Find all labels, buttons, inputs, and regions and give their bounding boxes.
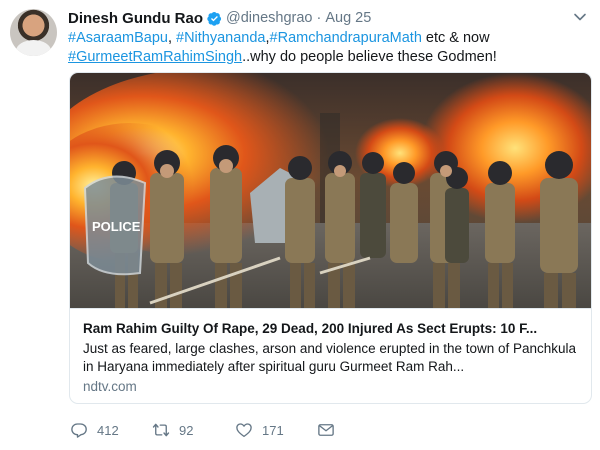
reply-icon bbox=[71, 423, 87, 438]
hashtag-link[interactable]: #GurmeetRamRahimSingh bbox=[68, 49, 242, 65]
author-name[interactable]: Dinesh Gundu Rao bbox=[68, 10, 203, 27]
retweet-count: 92 bbox=[179, 422, 194, 438]
chevron-down-icon[interactable] bbox=[573, 10, 587, 24]
text-fragment: etc & now bbox=[421, 30, 490, 46]
card-domain: ndtv.com bbox=[83, 379, 137, 394]
reply-count: 412 bbox=[97, 422, 119, 438]
retweet-button[interactable]: 92 bbox=[152, 421, 235, 439]
like-count: 171 bbox=[262, 422, 284, 438]
tweet-date[interactable]: Aug 25 bbox=[325, 10, 371, 26]
tweet: Dinesh Gundu Rao @dineshgrao · Aug 25 #A… bbox=[0, 0, 600, 450]
shield-text: POLICE bbox=[92, 219, 141, 234]
like-icon bbox=[236, 423, 252, 438]
card-image[interactable]: POLICE bbox=[70, 73, 591, 308]
hashtag-link[interactable]: #Nithyananda bbox=[176, 30, 266, 46]
card-title[interactable]: Ram Rahim Guilty Of Rape, 29 Dead, 200 I… bbox=[83, 321, 583, 336]
reply-button[interactable]: 412 bbox=[70, 421, 152, 439]
hashtag-link[interactable]: #RamchandrapuraMath bbox=[270, 30, 422, 46]
tweet-header: Dinesh Gundu Rao @dineshgrao · Aug 25 bbox=[68, 9, 371, 27]
header-separator: · bbox=[316, 10, 322, 26]
direct-message-button[interactable] bbox=[317, 421, 335, 439]
tweet-text: #AsaraamBapu, #Nithyananda,#Ramchandrapu… bbox=[68, 29, 588, 67]
card-body[interactable]: Ram Rahim Guilty Of Rape, 29 Dead, 200 I… bbox=[70, 308, 591, 403]
direct-message-icon bbox=[318, 424, 334, 436]
text-separator: , bbox=[167, 30, 177, 46]
hashtag-link[interactable]: #AsaraamBapu bbox=[68, 30, 168, 46]
author-handle[interactable]: @dineshgrao bbox=[226, 10, 312, 26]
tweet-actions: 412 92 171 bbox=[70, 420, 335, 440]
text-fragment: ..why do people believe these Godmen! bbox=[242, 49, 497, 65]
card-description: Just as feared, large clashes, arson and… bbox=[83, 341, 577, 374]
like-button[interactable]: 171 bbox=[235, 421, 317, 439]
link-card[interactable]: POLICE Ram Rahim Guilty Of Rape, 29 Dead… bbox=[69, 72, 592, 404]
verified-icon bbox=[207, 11, 222, 26]
avatar[interactable] bbox=[10, 9, 57, 56]
avatar-shirt bbox=[16, 40, 51, 56]
retweet-icon bbox=[152, 423, 170, 437]
